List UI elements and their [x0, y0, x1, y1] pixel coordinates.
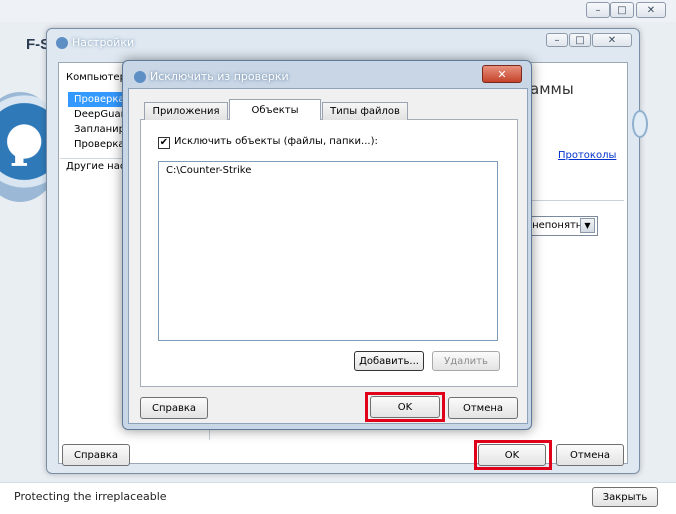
outer-minimize-button[interactable]: – [586, 2, 610, 18]
excluded-objects-list[interactable] [158, 161, 498, 341]
fsecure-icon [56, 37, 68, 49]
section-logo-icon [632, 110, 648, 138]
outer-maximize-button[interactable]: □ [610, 2, 634, 18]
dialog-ok-button[interactable]: OK [370, 396, 440, 418]
settings-minimize-button[interactable]: – [546, 33, 568, 47]
tab-file-types[interactable]: Типы файлов [322, 102, 408, 120]
list-item[interactable]: C:\Counter-Strike [166, 165, 251, 176]
close-app-button[interactable]: Закрыть [592, 487, 658, 507]
chevron-down-icon[interactable]: ▼ [580, 218, 595, 233]
dialog-help-button[interactable]: Справка [140, 397, 208, 419]
outer-close-button[interactable]: ✕ [636, 2, 666, 18]
exclude-dialog-title: Исключить из проверки [150, 70, 289, 83]
section-divider [526, 200, 624, 201]
protocols-link[interactable]: Протоколы [558, 150, 616, 161]
exclude-objects-checkbox[interactable]: ✔ [158, 137, 170, 149]
tab-objects[interactable]: Объекты [229, 99, 321, 120]
delete-button[interactable]: Удалить [432, 351, 500, 371]
dialog-close-button[interactable]: ✕ [482, 65, 522, 83]
footer-slogan: Protecting the irreplaceable [14, 490, 167, 503]
info-letter-icon: i [10, 122, 29, 178]
add-button[interactable]: Добавить... [354, 351, 424, 371]
settings-cancel-button[interactable]: Отмена [556, 444, 624, 466]
settings-maximize-button[interactable]: □ [569, 33, 591, 47]
settings-help-button[interactable]: Справка [62, 444, 130, 466]
settings-window-title: Настройки [72, 36, 135, 49]
tab-applications[interactable]: Приложения [144, 102, 228, 120]
exclude-objects-label: Исключить объекты (файлы, папки...): [174, 136, 378, 147]
fsecure-icon [134, 71, 146, 83]
outer-titlebar [0, 0, 676, 22]
settings-ok-button[interactable]: OK [478, 444, 546, 466]
dialog-cancel-button[interactable]: Отмена [448, 397, 518, 419]
section-heading: аммы [530, 80, 574, 98]
settings-close-button[interactable]: ✕ [592, 33, 632, 47]
